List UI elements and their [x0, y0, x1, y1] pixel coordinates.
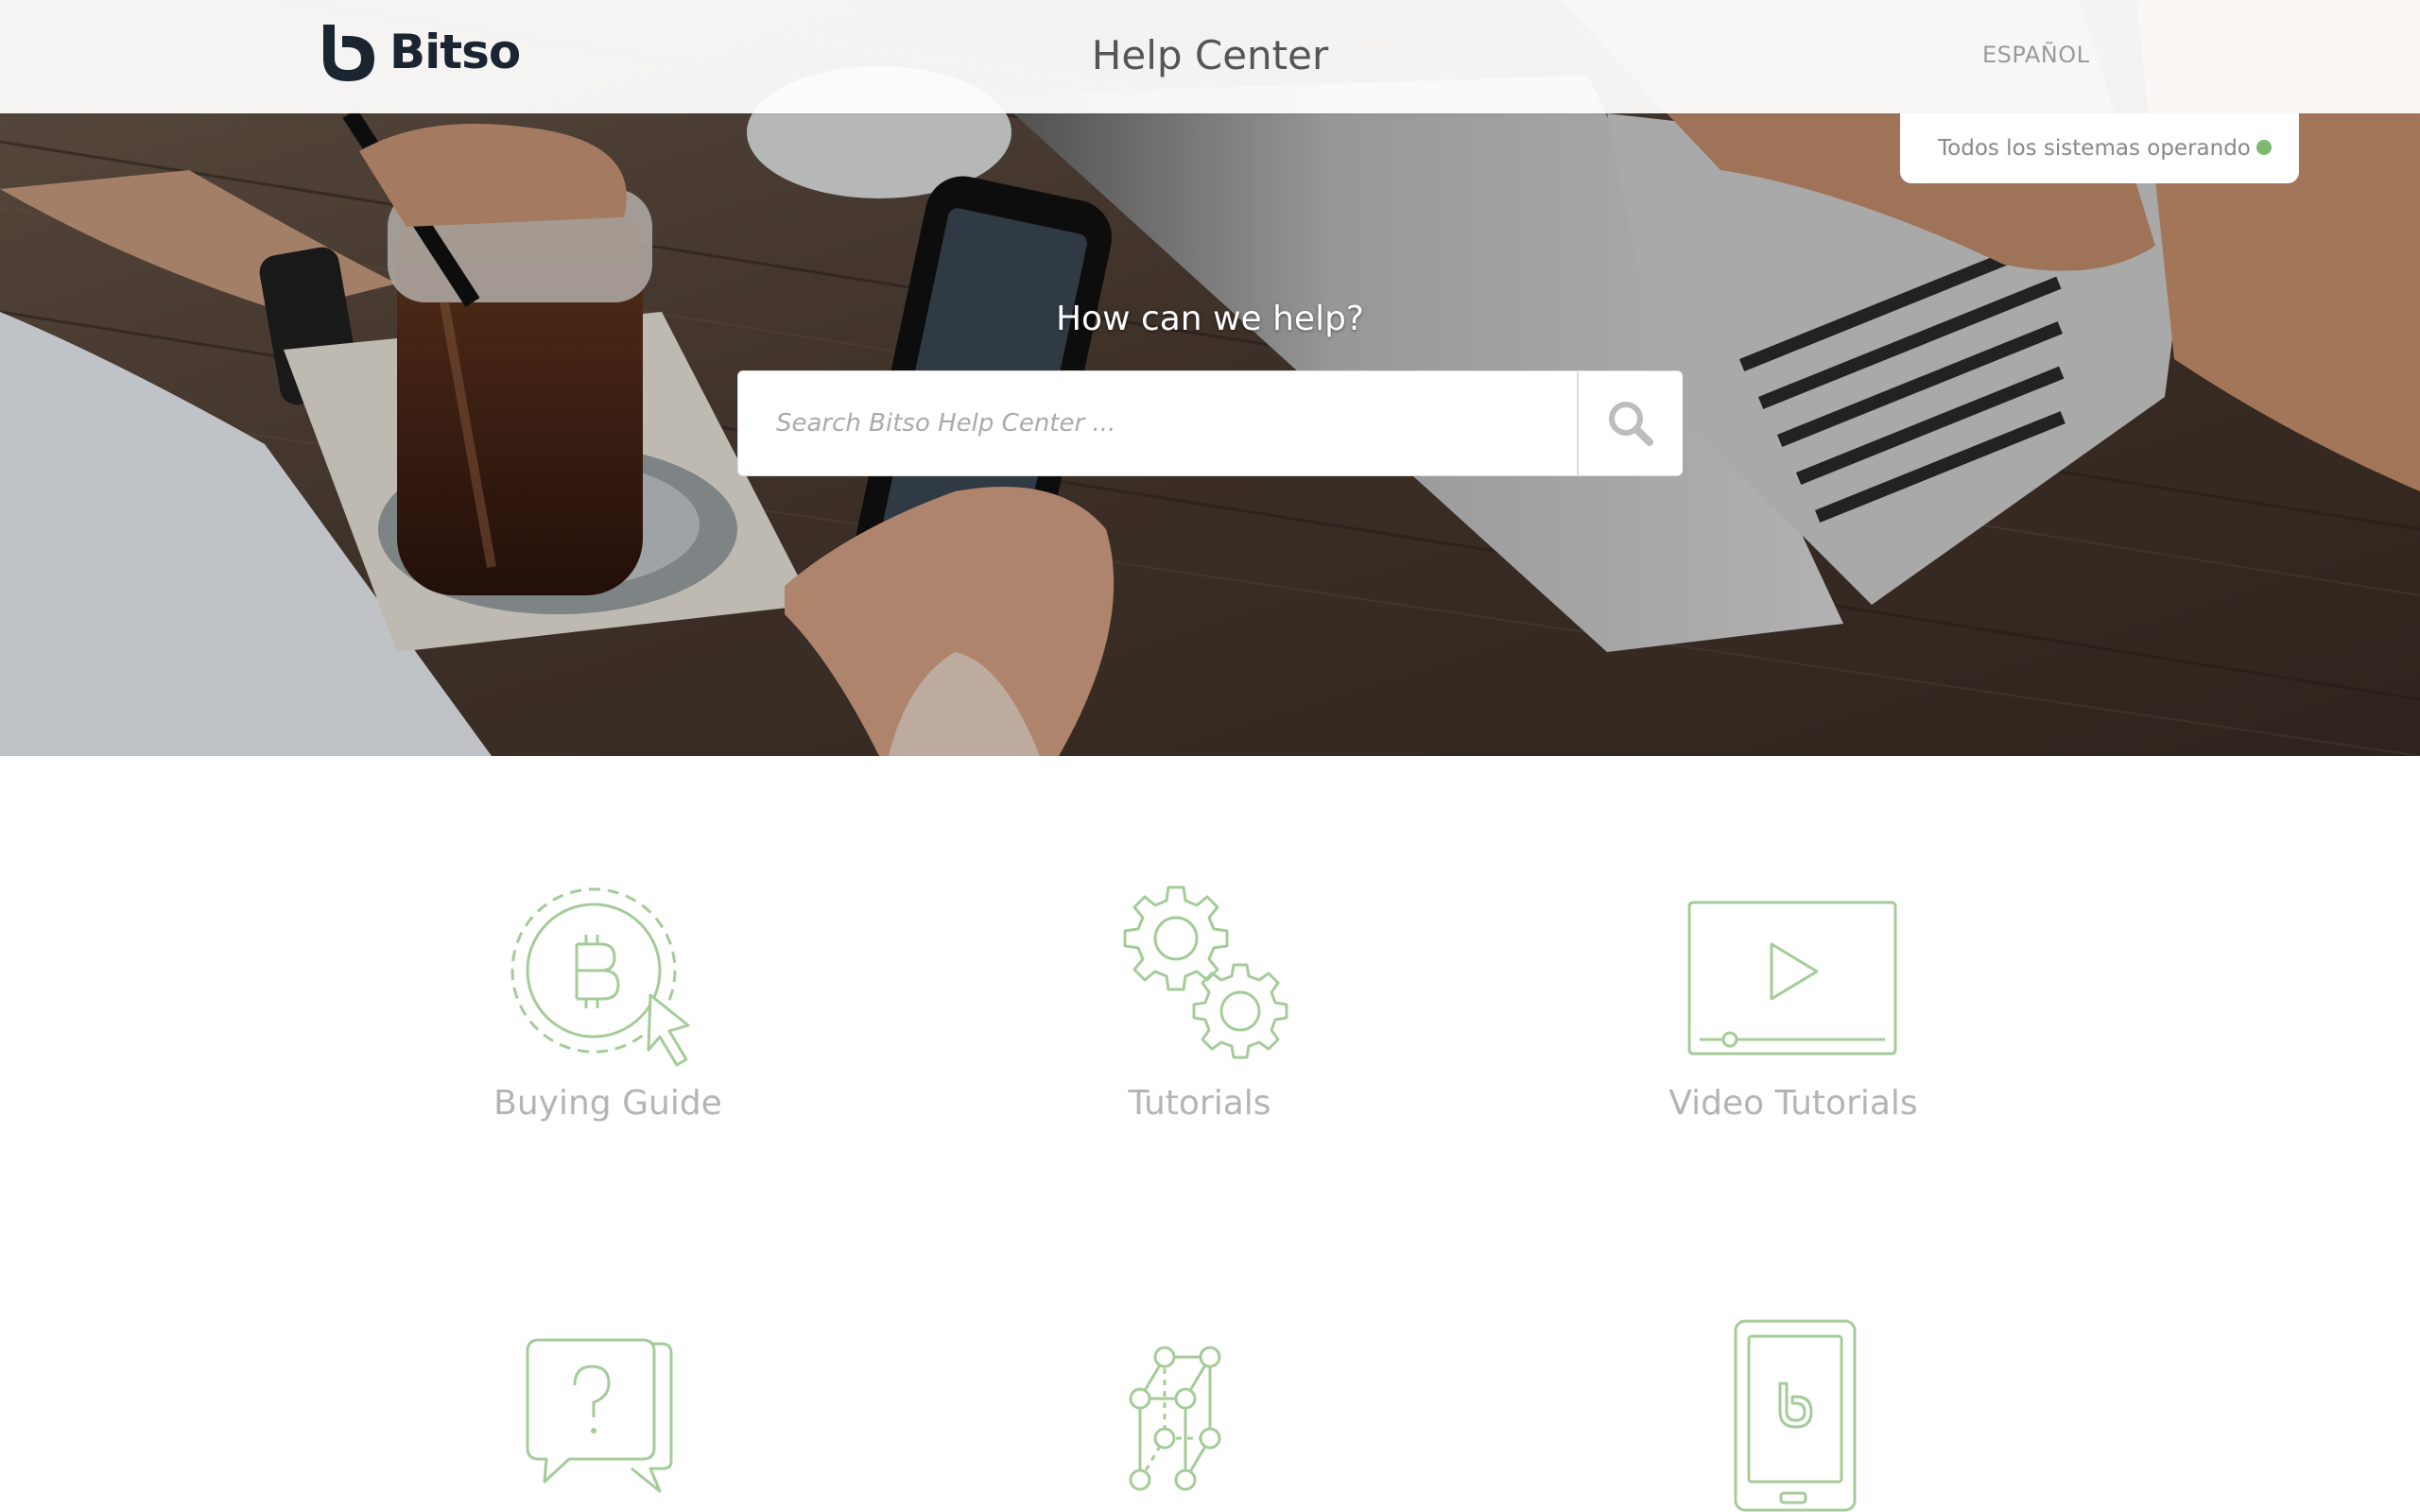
mobile-app-icon	[1734, 1319, 1857, 1512]
category-video-tutorials[interactable]: Video Tutorials	[1538, 884, 2048, 1123]
search-button[interactable]	[1577, 371, 1683, 475]
category-buying-guide[interactable]: Buying Guide	[353, 884, 863, 1123]
category-label: Video Tutorials	[1668, 1084, 1918, 1123]
system-status-badge[interactable]: Todos los sistemas operando	[1900, 113, 2299, 183]
question-chat-icon	[526, 1338, 673, 1493]
category-blockchain[interactable]	[944, 1323, 1455, 1512]
search-icon	[1609, 402, 1653, 446]
hero-question: How can we help?	[1055, 300, 1365, 338]
category-label: Buying Guide	[493, 1084, 722, 1123]
category-faq[interactable]	[353, 1323, 863, 1512]
search-input[interactable]	[738, 371, 1576, 475]
site-header: Bitso Help Center ESPAÑOL	[0, 0, 2420, 113]
system-status-text: Todos los sistemas operando	[1938, 136, 2251, 161]
search-box	[737, 370, 1683, 476]
category-mobile-app[interactable]	[1538, 1314, 2048, 1512]
category-label: Tutorials	[1128, 1084, 1271, 1123]
category-tutorials[interactable]: Tutorials	[944, 884, 1455, 1123]
video-player-icon	[1687, 901, 1897, 1056]
status-indicator-dot	[2256, 140, 2272, 155]
bitcoin-cursor-icon	[510, 887, 690, 1067]
gears-icon	[1123, 885, 1288, 1059]
language-switch-link[interactable]: ESPAÑOL	[1982, 42, 2089, 68]
network-cube-icon	[1129, 1346, 1221, 1491]
